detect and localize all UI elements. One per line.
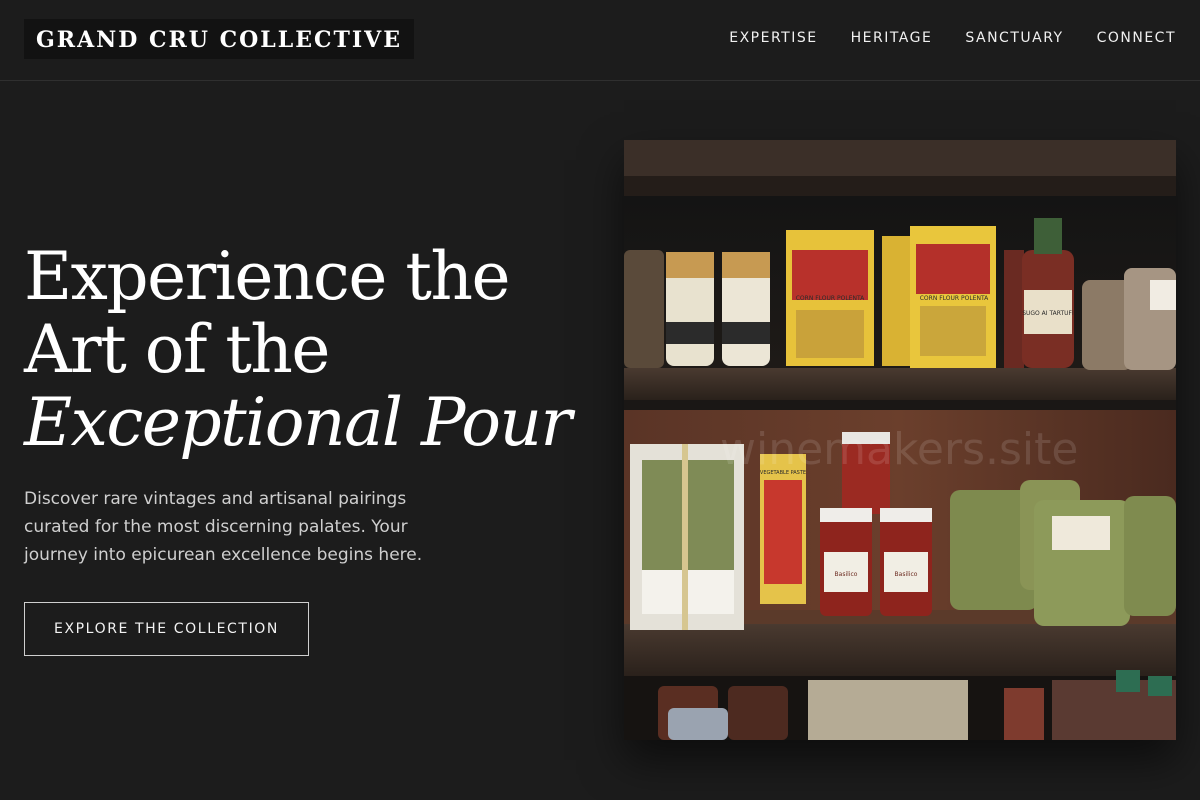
nav-item-heritage[interactable]: HERITAGE bbox=[851, 30, 933, 46]
explore-collection-button[interactable]: EXPLORE THE COLLECTION bbox=[24, 602, 309, 656]
basilico-label-2: Basilico bbox=[895, 571, 918, 578]
headline-line-3: Exceptional Pour bbox=[24, 384, 572, 461]
polenta-label: CORN FLOUR POLENTA bbox=[796, 295, 865, 302]
nav-item-sanctuary[interactable]: SANCTUARY bbox=[965, 30, 1063, 46]
green-pasta-bags bbox=[950, 480, 1176, 626]
headline-line-1: Experience the bbox=[24, 238, 511, 315]
polenta-bags: CORN FLOUR POLENTA CORN FLOUR POLENTA bbox=[786, 226, 996, 368]
brand-logo[interactable]: GRAND CRU COLLECTIVE bbox=[24, 19, 415, 59]
nav-item-expertise[interactable]: EXPERTISE bbox=[729, 30, 817, 46]
olive-jars-left bbox=[624, 250, 664, 368]
hero-subtitle: Discover rare vintages and artisanal pai… bbox=[24, 489, 423, 565]
sugo-label: SUGO AI TARTUFI bbox=[1022, 310, 1074, 317]
hero-headline: Experience the Art of the Exceptional Po… bbox=[24, 240, 584, 459]
headline-line-2: Art of the bbox=[24, 311, 330, 388]
pasta-bags-top-right bbox=[1082, 268, 1176, 370]
main-nav: EXPERTISE HERITAGE SANCTUARY CONNECT bbox=[729, 30, 1176, 46]
image-watermark: winemakers.site bbox=[720, 424, 1079, 475]
nav-item-connect[interactable]: CONNECT bbox=[1097, 30, 1176, 46]
basilico-label: Basilico bbox=[835, 571, 858, 578]
hero-photo-pantry-shelves: CORN FLOUR POLENTA CORN FLOUR POLENTA SU… bbox=[624, 140, 1176, 740]
hero-section: Experience the Art of the Exceptional Po… bbox=[24, 240, 584, 656]
top-navigation-bar: GRAND CRU COLLECTIVE EXPERTISE HERITAGE … bbox=[0, 0, 1200, 81]
vegetable-paste-box: VEGETABLE PASTE bbox=[760, 454, 806, 604]
polenta-label-2: CORN FLOUR POLENTA bbox=[920, 295, 989, 302]
